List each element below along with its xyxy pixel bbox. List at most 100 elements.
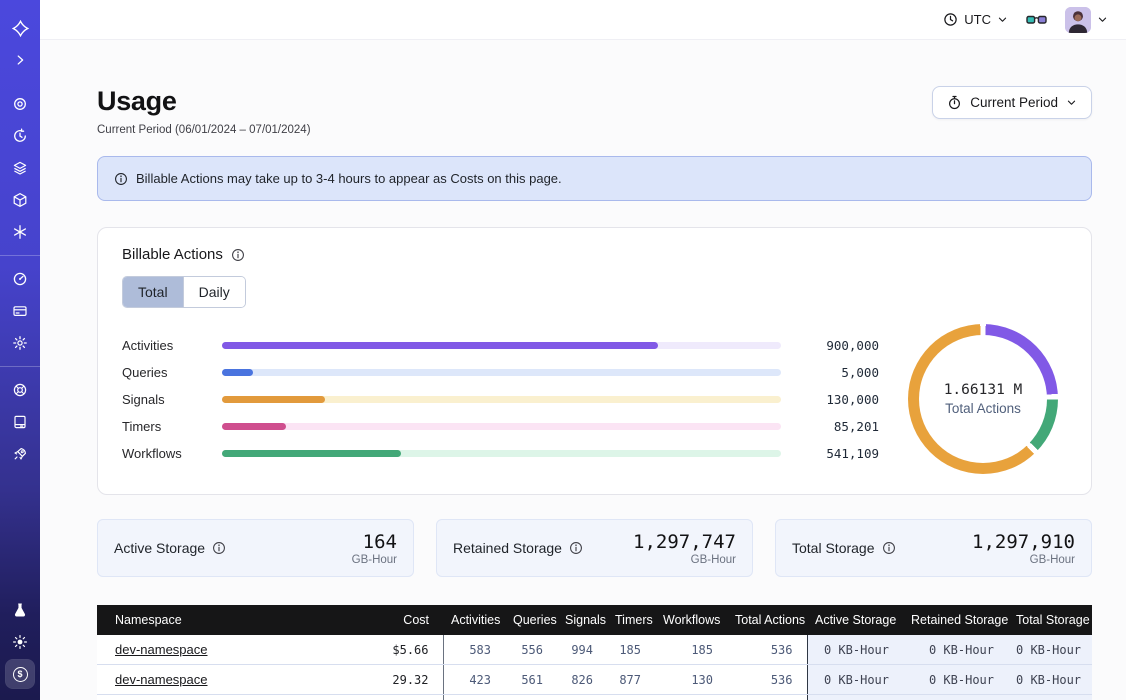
billing-icon[interactable] <box>6 297 34 325</box>
sun-icon <box>12 634 28 650</box>
bar-value: 5,000 <box>795 365 879 380</box>
bar-row: Timers 85,201 <box>122 413 879 440</box>
total-storage-info[interactable] <box>882 541 896 555</box>
col-signals: Signals <box>557 605 607 635</box>
timers-cell: 185 <box>607 635 655 665</box>
namespaces-icon <box>12 96 28 112</box>
col-retained-storage: Retained Storage <box>903 605 1008 635</box>
flask-icon <box>12 602 28 618</box>
cube-icon <box>12 192 28 208</box>
info-icon <box>231 248 245 262</box>
namespace-link[interactable]: dev-namespace <box>115 672 208 687</box>
support-icon[interactable] <box>6 376 34 404</box>
sidebar: $ <box>0 0 40 700</box>
period-selector-button[interactable]: Current Period <box>932 86 1092 119</box>
page-subtitle: Current Period (06/01/2024 – 07/01/2024) <box>97 124 311 136</box>
docs-icon[interactable] <box>6 408 34 436</box>
table-header-row: Namespace Cost Activities Queries Signal… <box>97 605 1092 635</box>
settings-icon[interactable] <box>6 329 34 357</box>
col-timers: Timers <box>607 605 655 635</box>
info-icon <box>114 172 128 186</box>
namespace-link[interactable]: dev-namespace <box>115 642 208 657</box>
timezone-label: UTC <box>964 12 991 27</box>
active-storage-label: Active Storage <box>114 540 205 556</box>
retained-storage-info[interactable] <box>569 541 583 555</box>
nexus-icon[interactable] <box>6 218 34 246</box>
tab-total[interactable]: Total <box>123 277 183 307</box>
temporal-logo-icon[interactable] <box>6 14 34 42</box>
workflows-cell: 600 <box>655 695 727 700</box>
usage-billing-active-item[interactable]: $ <box>6 660 34 688</box>
asterisk-icon <box>12 224 28 240</box>
namespace-usage-table: Namespace Cost Activities Queries Signal… <box>97 605 1092 700</box>
chevron-right-icon <box>13 53 27 67</box>
tab-daily[interactable]: Daily <box>183 277 245 307</box>
timezone-selector[interactable]: UTC <box>943 12 1008 27</box>
bar-fill-queries <box>222 369 253 376</box>
info-icon <box>569 541 583 555</box>
user-menu[interactable] <box>1065 7 1108 33</box>
retained-storage-cell: 0 KB-Hour <box>903 695 1008 700</box>
total-actions-value: 1.66131 M <box>944 382 1023 398</box>
bar-value: 85,201 <box>795 419 879 434</box>
bar-track-workflows <box>222 450 781 457</box>
col-total-actions: Total Actions <box>727 605 807 635</box>
total-actions-cell: 536 <box>727 665 807 695</box>
period-selector-label: Current Period <box>970 95 1058 110</box>
table-row: dev-namespace 29.32 423 561 826 877 130 … <box>97 665 1092 695</box>
stack-icon[interactable] <box>6 154 34 182</box>
theme-icon[interactable] <box>6 628 34 656</box>
active-storage-cell: 0 KB-Hour <box>807 635 903 665</box>
rocket-icon <box>12 446 28 462</box>
labs-icon[interactable] <box>6 596 34 624</box>
feedback-glasses-button[interactable] <box>1026 13 1047 27</box>
bar-track-activities <box>222 342 781 349</box>
total-storage-unit: GB-Hour <box>972 554 1075 566</box>
namespaces-icon[interactable] <box>6 90 34 118</box>
chevron-down-icon <box>997 14 1008 25</box>
bar-row: Signals 130,000 <box>122 386 879 413</box>
bar-fill-signals <box>222 396 325 403</box>
col-activities: Activities <box>443 605 505 635</box>
retained-storage-label: Retained Storage <box>453 540 562 556</box>
chevron-down-icon <box>1066 97 1077 108</box>
bar-row: Queries 5,000 <box>122 359 879 386</box>
timers-cell: 816 <box>607 695 655 700</box>
signals-cell: 826 <box>557 665 607 695</box>
cost-cell: $5.66 <box>355 635 443 665</box>
timers-cell: 877 <box>607 665 655 695</box>
total-storage-label: Total Storage <box>792 540 875 556</box>
bar-fill-timers <box>222 423 286 430</box>
schedules-icon[interactable] <box>6 122 34 150</box>
table-row: dev-namespace $5.66 583 556 994 185 185 … <box>97 635 1092 665</box>
bar-row: Activities 900,000 <box>122 332 879 359</box>
usage-gauge-icon[interactable] <box>6 265 34 293</box>
getting-started-icon[interactable] <box>6 440 34 468</box>
temporal-logo-icon <box>12 20 29 37</box>
deployments-icon[interactable] <box>6 186 34 214</box>
active-storage-info[interactable] <box>212 541 226 555</box>
bar-value: 541,109 <box>795 446 879 461</box>
total-actions-cell: 130 <box>727 695 807 700</box>
active-storage-cell: 0 KB-Hour <box>807 695 903 700</box>
sidebar-divider <box>0 366 40 367</box>
bar-track-signals <box>222 396 781 403</box>
expand-sidebar-button[interactable] <box>6 46 34 74</box>
table-row: dev-namespace $3.35 492 536 883 816 600 … <box>97 695 1092 700</box>
info-icon <box>212 541 226 555</box>
active-storage-unit: GB-Hour <box>352 554 397 566</box>
avatar <box>1065 7 1091 33</box>
storage-summary-row: Active Storage 164 GB-Hour Retained Stor… <box>97 519 1092 577</box>
col-total-storage: Total Storage <box>1008 605 1092 635</box>
col-namespace: Namespace <box>97 605 355 635</box>
bar-fill-workflows <box>222 450 401 457</box>
bar-track-timers <box>222 423 781 430</box>
col-cost: Cost <box>355 605 443 635</box>
bar-value: 130,000 <box>795 392 879 407</box>
active-storage-card: Active Storage 164 GB-Hour <box>97 519 414 577</box>
clock-icon <box>943 12 958 27</box>
gear-icon <box>12 335 28 351</box>
billable-actions-info[interactable] <box>231 248 245 262</box>
activities-cell: 423 <box>443 665 505 695</box>
retained-storage-value: 1,297,747 <box>633 531 736 553</box>
